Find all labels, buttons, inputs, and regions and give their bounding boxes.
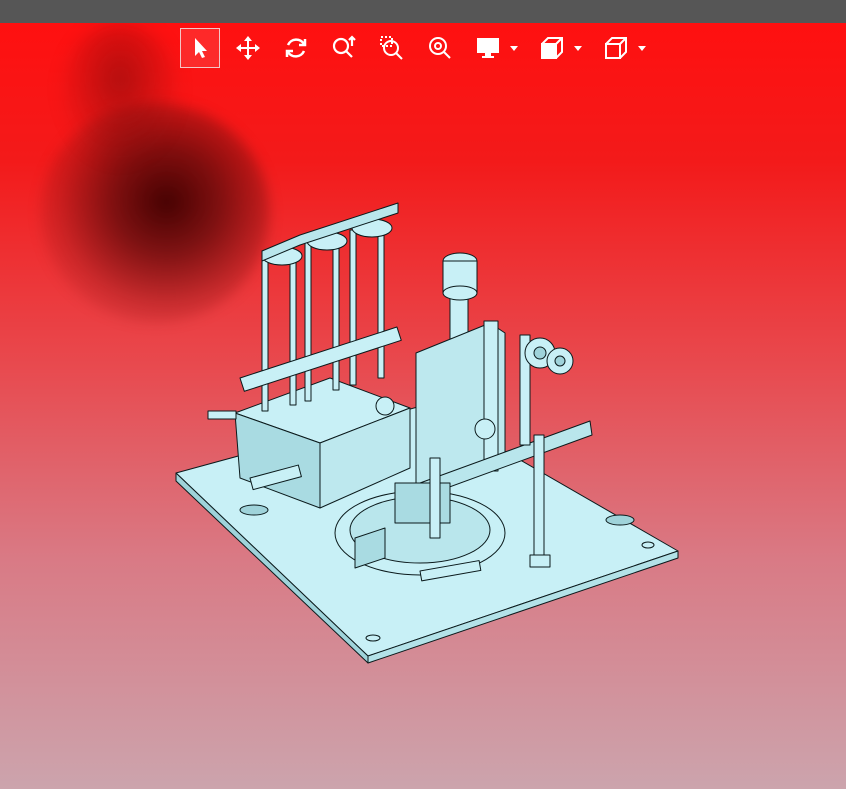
zoom-window-icon xyxy=(380,36,403,60)
cube-icon xyxy=(605,37,627,59)
zoom-tool-button[interactable] xyxy=(324,28,364,68)
display-mode-button[interactable] xyxy=(468,28,508,68)
display-mode-dropdown-arrow[interactable] xyxy=(510,45,518,51)
slot-right xyxy=(605,514,635,526)
view-orientation-group xyxy=(596,28,646,68)
section-dropdown-arrow[interactable] xyxy=(574,45,582,51)
pan-tool-button[interactable] xyxy=(228,28,268,68)
zoom-window-tool-button[interactable] xyxy=(372,28,412,68)
display-mode-group xyxy=(468,28,518,68)
section-cube-icon xyxy=(541,37,563,59)
view-orientation-dropdown-arrow[interactable] xyxy=(638,45,646,51)
zoom-updown-icon xyxy=(332,35,356,58)
rotate-tool-button[interactable] xyxy=(276,28,316,68)
viewer-toolbar xyxy=(180,28,660,68)
window-title-bar xyxy=(0,0,846,23)
monitor-icon xyxy=(477,38,499,58)
cursor-arrow-icon xyxy=(195,38,207,58)
section-button[interactable] xyxy=(532,28,572,68)
cad-model[interactable] xyxy=(0,23,846,789)
move-arrows-icon xyxy=(236,36,260,60)
rotate-icon xyxy=(285,38,307,58)
zoom-fit-tool-button[interactable] xyxy=(420,28,460,68)
view-orientation-button[interactable] xyxy=(596,28,636,68)
slot-left xyxy=(239,504,269,516)
select-tool-button[interactable] xyxy=(180,28,220,68)
section-group xyxy=(532,28,582,68)
zoom-fit-icon xyxy=(429,37,451,59)
